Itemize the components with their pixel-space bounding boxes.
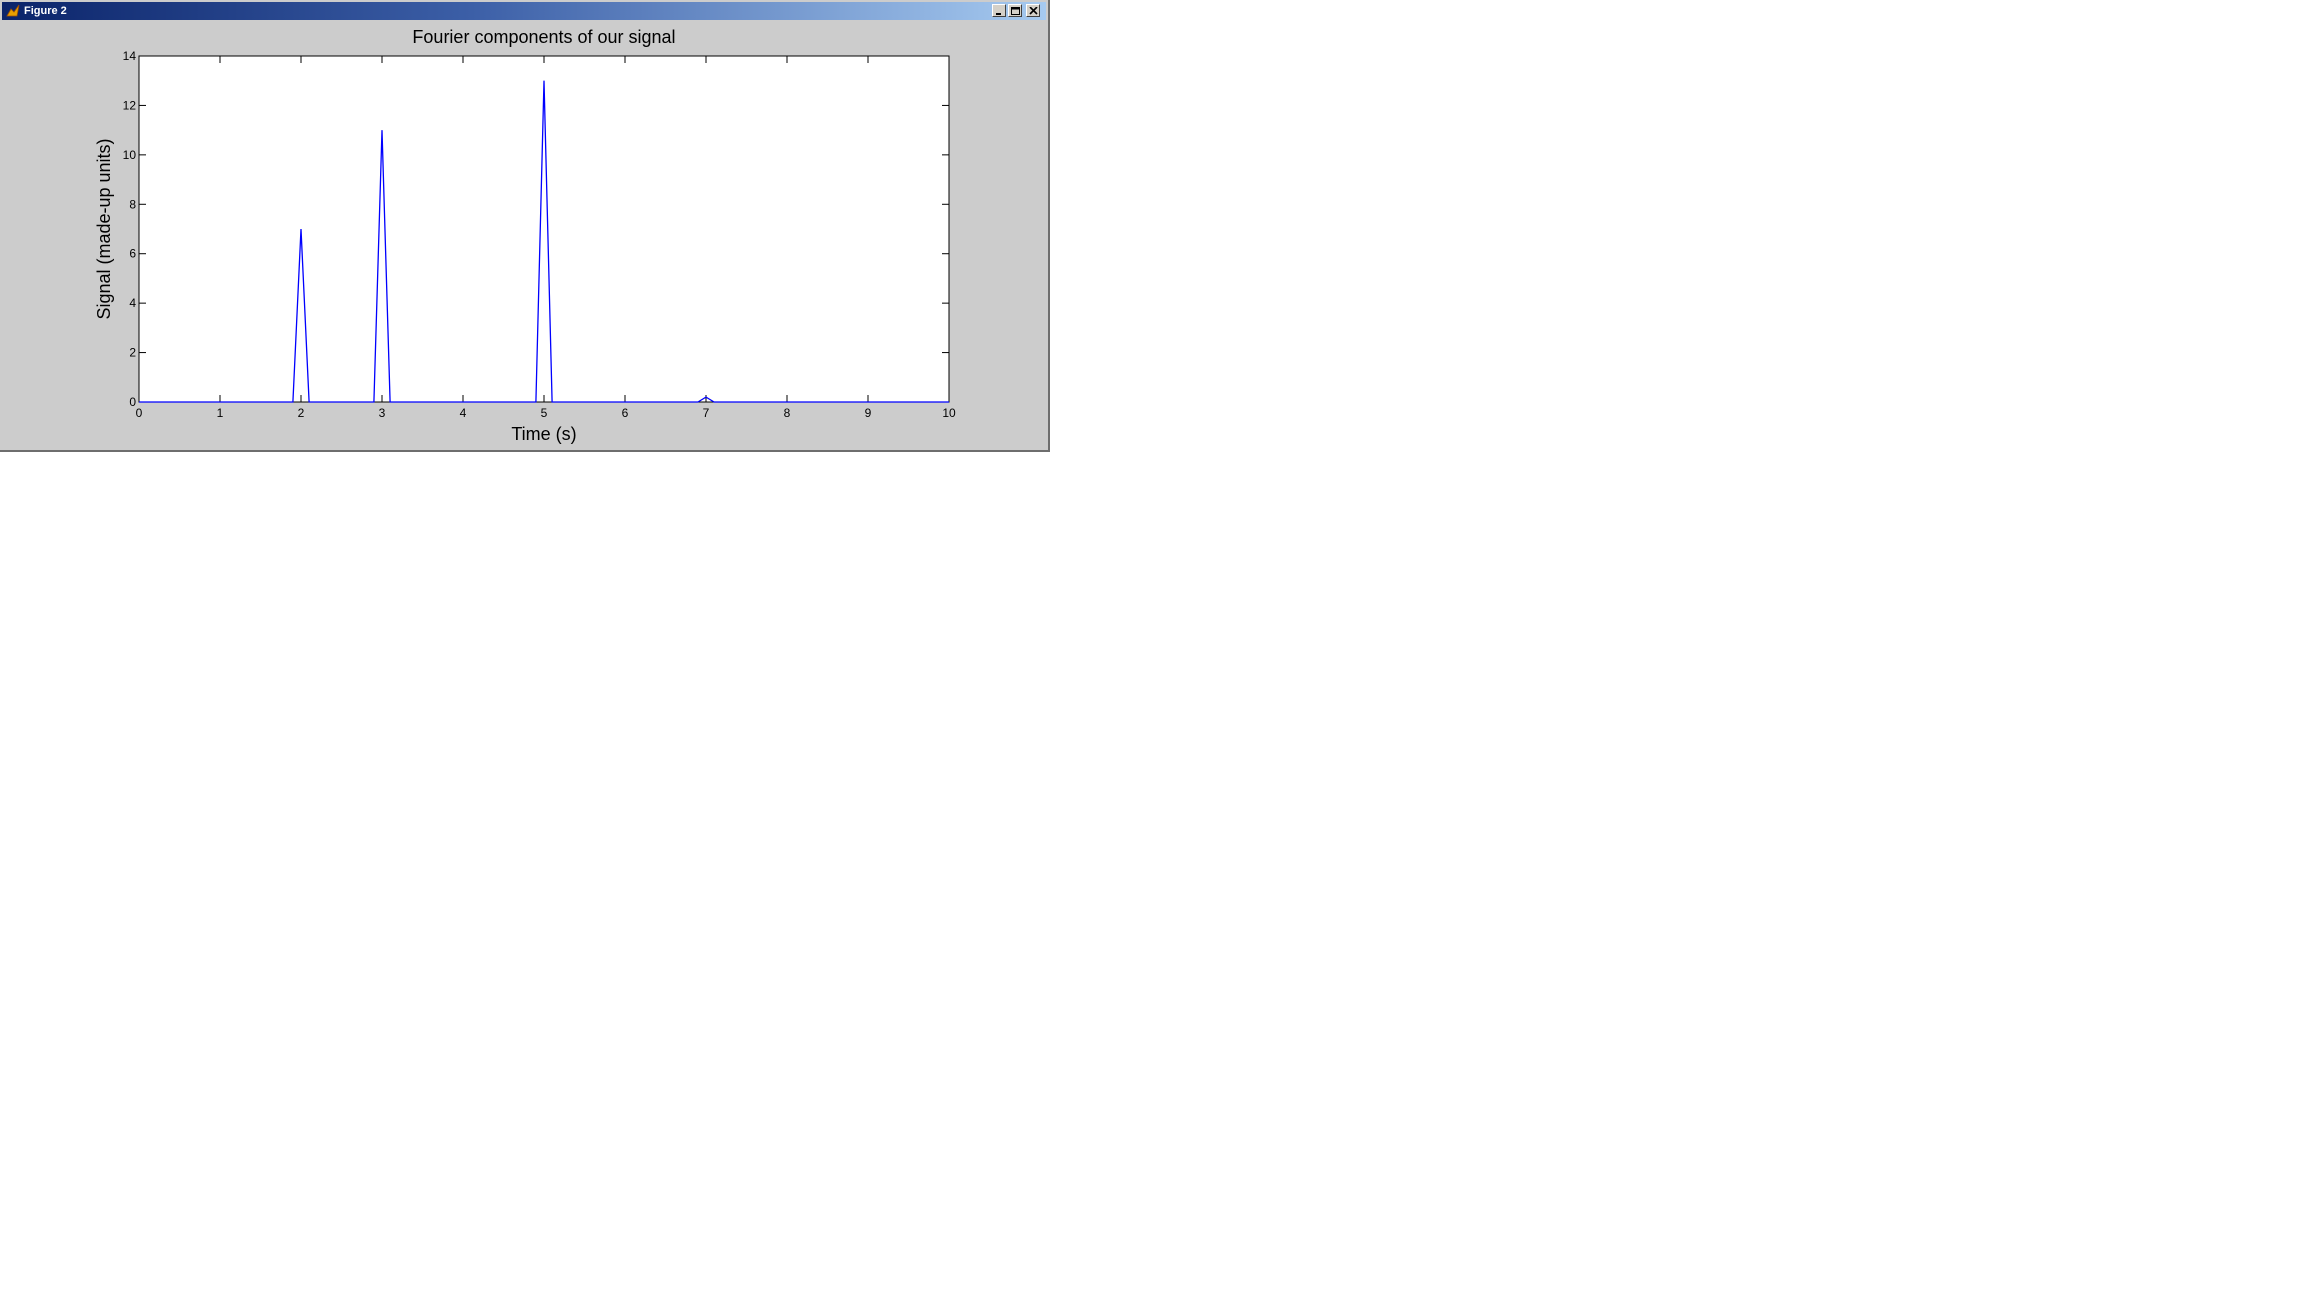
y-tick-label: 8 bbox=[129, 197, 136, 211]
plot-area bbox=[138, 55, 950, 403]
x-tick-label: 7 bbox=[703, 406, 710, 420]
minimize-icon bbox=[996, 13, 1001, 15]
x-tick-label: 10 bbox=[942, 406, 956, 420]
y-tick-label: 0 bbox=[129, 395, 136, 409]
x-tick-label: 1 bbox=[217, 406, 224, 420]
maximize-button[interactable] bbox=[1008, 4, 1022, 17]
x-tick-label: 5 bbox=[541, 406, 548, 420]
matlab-icon bbox=[6, 4, 20, 17]
close-icon bbox=[1029, 7, 1038, 15]
x-tick-label: 6 bbox=[622, 406, 629, 420]
y-tick-label: 4 bbox=[129, 296, 136, 310]
y-tick-label: 6 bbox=[129, 247, 136, 261]
x-tick-label: 9 bbox=[865, 406, 872, 420]
window-titlebar[interactable]: Figure 2 bbox=[2, 2, 1046, 20]
y-tick-label: 12 bbox=[123, 98, 137, 112]
y-tick-label: 2 bbox=[129, 346, 136, 360]
maximize-icon bbox=[1011, 7, 1020, 15]
y-tick-label: 10 bbox=[123, 148, 137, 162]
close-button[interactable] bbox=[1026, 4, 1040, 17]
y-axis-label: Signal (made-up units) bbox=[94, 138, 114, 319]
minimize-button[interactable] bbox=[992, 4, 1006, 17]
chart-title: Fourier components of our signal bbox=[412, 27, 675, 47]
x-tick-label: 8 bbox=[784, 406, 791, 420]
window-title: Figure 2 bbox=[24, 5, 67, 17]
x-tick-label: 2 bbox=[298, 406, 305, 420]
x-tick-label: 3 bbox=[379, 406, 386, 420]
x-tick-label: 4 bbox=[460, 406, 467, 420]
chart: 0 1 2 3 4 5 6 7 8 9 1002468101214 Fourier componen… bbox=[94, 27, 956, 444]
y-tick-label: 14 bbox=[123, 49, 137, 63]
x-axis-label: Time (s) bbox=[511, 424, 576, 444]
figure-window: Figure 2 0 1 2 3 4 5 6 7 8 9 10 0 2 4 6 8 10 12 14 Fourier… bbox=[0, 0, 1050, 452]
x-tick-label: 0 bbox=[136, 406, 143, 420]
